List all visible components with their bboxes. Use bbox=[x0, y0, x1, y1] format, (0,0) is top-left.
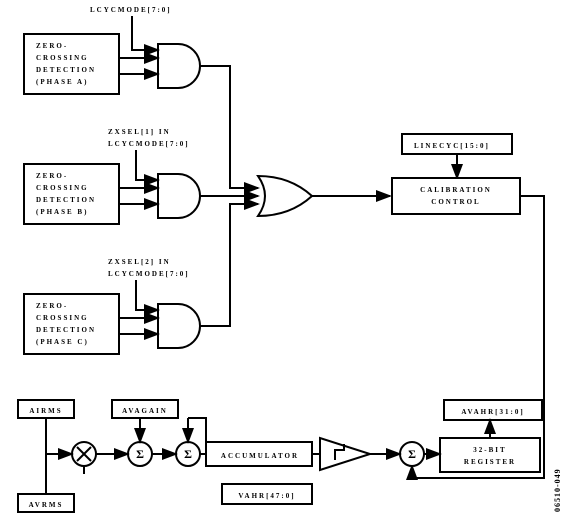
sigma3-glyph: Σ bbox=[408, 447, 416, 461]
zxsel2-label: ZXSEL[2] INLCYCMODE[7:0] bbox=[108, 258, 190, 278]
calibration-control-box bbox=[392, 178, 520, 214]
accumulator-label: ACCUMULATOR bbox=[221, 452, 299, 460]
sigma1-glyph: Σ bbox=[136, 447, 144, 461]
airms-label: AIRMS bbox=[29, 407, 62, 415]
wire-zxsel2 bbox=[136, 280, 158, 310]
and-gate-b bbox=[158, 174, 200, 218]
avahr-label: AVAHR[31:0] bbox=[461, 408, 524, 416]
figure-id: 06510-049 bbox=[553, 468, 562, 512]
or-gate bbox=[258, 176, 312, 216]
avrms-label: AVRMS bbox=[29, 501, 64, 509]
avagain-label: AVAGAIN bbox=[122, 407, 168, 415]
and-gate-a bbox=[158, 44, 200, 88]
wire-anda-out bbox=[200, 66, 258, 188]
vahr-label: VAHR[47:0] bbox=[238, 492, 295, 500]
wire-airms-in bbox=[46, 418, 72, 454]
wire-zxsel1 bbox=[136, 150, 158, 180]
threshold-icon bbox=[320, 438, 370, 470]
wire-lcycmode-a bbox=[132, 16, 158, 50]
zxsel1-label: ZXSEL[1] INLCYCMODE[7:0] bbox=[108, 128, 190, 148]
wire-cal-out bbox=[412, 196, 544, 478]
lcycmode-label: LCYCMODE[7:0] bbox=[90, 6, 172, 14]
wire-andc-out bbox=[200, 204, 258, 326]
reg32-box bbox=[440, 438, 540, 472]
sigma2-glyph: Σ bbox=[184, 447, 192, 461]
linecyc-label: LINECYC[15:0] bbox=[414, 142, 490, 150]
wire-acc-top bbox=[188, 418, 206, 442]
and-gate-c bbox=[158, 304, 200, 348]
